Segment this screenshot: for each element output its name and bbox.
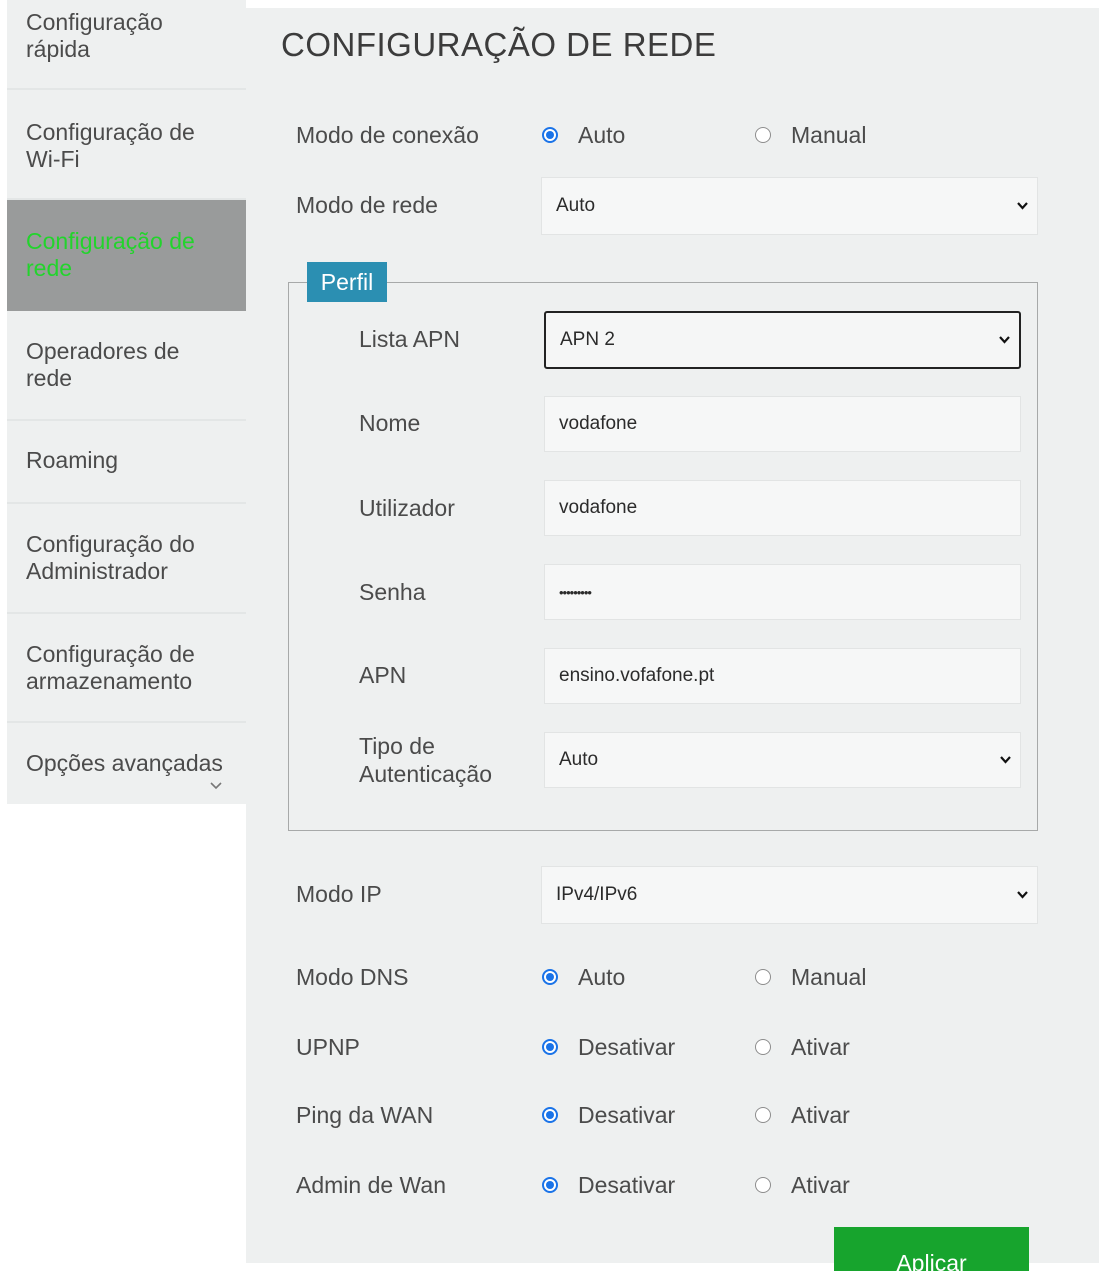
password-label: Senha bbox=[359, 579, 426, 605]
radio-unchecked-icon bbox=[755, 1107, 771, 1123]
sidebar: Configuração rápida Configuração de Wi-F… bbox=[7, 0, 246, 804]
radio-unchecked-icon bbox=[755, 969, 771, 985]
ip-mode-select[interactable]: IPv4/IPv6 bbox=[541, 866, 1038, 924]
sidebar-item-admin[interactable]: Configuração do Administrador bbox=[7, 504, 246, 614]
radio-unchecked-icon bbox=[755, 127, 771, 143]
wan-ping-label: Ping da WAN bbox=[296, 1102, 434, 1128]
radio-checked-icon bbox=[542, 1039, 558, 1055]
password-input[interactable]: ••••••••• bbox=[544, 564, 1021, 620]
apn-list-select[interactable]: APN 2 bbox=[544, 311, 1021, 369]
wan-ping-enable-radio[interactable]: Ativar bbox=[755, 1100, 850, 1130]
user-input[interactable]: vodafone bbox=[544, 480, 1021, 536]
radio-unchecked-icon bbox=[755, 1177, 771, 1193]
wan-admin-label: Admin de Wan bbox=[296, 1172, 446, 1198]
apn-list-label: Lista APN bbox=[359, 326, 460, 352]
chevron-down-icon bbox=[1000, 756, 1011, 764]
name-label: Nome bbox=[359, 410, 421, 436]
sidebar-item-storage[interactable]: Configuração de armazenamento bbox=[7, 614, 246, 723]
connection-mode-auto-radio[interactable]: Auto bbox=[542, 120, 625, 150]
radio-checked-icon bbox=[542, 1177, 558, 1193]
chevron-down-icon bbox=[1017, 202, 1028, 210]
main-panel: CONFIGURAÇÃO DE REDE Modo de conexão Aut… bbox=[246, 8, 1099, 1271]
apply-button[interactable]: Aplicar bbox=[834, 1227, 1029, 1271]
sidebar-item-roaming[interactable]: Roaming bbox=[7, 421, 246, 504]
radio-checked-icon bbox=[542, 969, 558, 985]
network-mode-select[interactable]: Auto bbox=[541, 177, 1038, 235]
profile-legend: Perfil bbox=[307, 262, 387, 302]
sidebar-item-wifi[interactable]: Configuração de Wi-Fi bbox=[7, 90, 246, 200]
chevron-down-icon bbox=[210, 782, 222, 790]
wan-ping-disable-radio[interactable]: Desativar bbox=[542, 1100, 675, 1130]
sidebar-item-label: Roaming bbox=[26, 447, 119, 473]
chevron-down-icon bbox=[1017, 891, 1028, 899]
connection-mode-label: Modo de conexão bbox=[296, 122, 479, 148]
chevron-down-icon bbox=[999, 336, 1010, 344]
ip-mode-label: Modo IP bbox=[296, 881, 382, 907]
sidebar-item-label: Configuração de rede bbox=[26, 228, 195, 281]
connection-mode-manual-radio[interactable]: Manual bbox=[755, 120, 866, 150]
wan-admin-enable-radio[interactable]: Ativar bbox=[755, 1170, 850, 1200]
sidebar-item-quick-setup[interactable]: Configuração rápida bbox=[7, 0, 246, 90]
sidebar-item-label: Operadores de rede bbox=[26, 338, 180, 391]
apn-input[interactable]: ensino.vofafone.pt bbox=[544, 648, 1021, 704]
page-title: CONFIGURAÇÃO DE REDE bbox=[281, 26, 717, 63]
auth-type-label: Tipo de Autenticação bbox=[359, 733, 492, 787]
sidebar-item-label: Configuração do Administrador bbox=[26, 531, 195, 584]
sidebar-item-network[interactable]: Configuração de rede bbox=[7, 200, 246, 311]
radio-unchecked-icon bbox=[755, 1039, 771, 1055]
upnp-enable-radio[interactable]: Ativar bbox=[755, 1032, 850, 1062]
radio-checked-icon bbox=[542, 1107, 558, 1123]
wan-admin-disable-radio[interactable]: Desativar bbox=[542, 1170, 675, 1200]
sidebar-item-label: Configuração rápida bbox=[26, 9, 163, 62]
apn-label: APN bbox=[359, 662, 407, 688]
auth-type-select[interactable]: Auto bbox=[544, 732, 1021, 788]
sidebar-item-label: Opções avançadas bbox=[26, 750, 223, 776]
sidebar-item-advanced[interactable]: Opções avançadas bbox=[7, 723, 246, 804]
upnp-disable-radio[interactable]: Desativar bbox=[542, 1032, 675, 1062]
sidebar-item-label: Configuração de Wi-Fi bbox=[26, 119, 195, 172]
user-label: Utilizador bbox=[359, 495, 455, 521]
sidebar-item-network-operators[interactable]: Operadores de rede bbox=[7, 311, 246, 421]
dns-mode-auto-radio[interactable]: Auto bbox=[542, 962, 625, 992]
sidebar-item-label: Configuração de armazenamento bbox=[26, 641, 195, 694]
radio-checked-icon bbox=[542, 127, 558, 143]
upnp-label: UPNP bbox=[296, 1034, 360, 1060]
dns-mode-label: Modo DNS bbox=[296, 964, 409, 990]
network-mode-label: Modo de rede bbox=[296, 192, 438, 218]
dns-mode-manual-radio[interactable]: Manual bbox=[755, 962, 866, 992]
name-input[interactable]: vodafone bbox=[544, 396, 1021, 452]
